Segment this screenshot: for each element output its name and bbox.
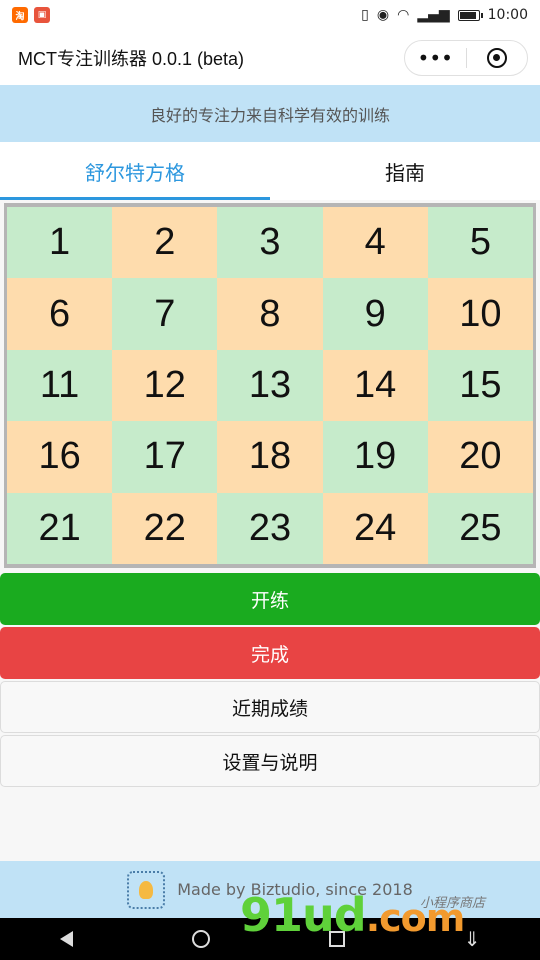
grid-cell[interactable]: 9 <box>322 278 428 350</box>
notification-app-icon: ▣ <box>34 7 50 23</box>
grid-cell[interactable]: 19 <box>322 421 428 493</box>
title-bar: MCT专注训练器 0.0.1 (beta) ••• <box>0 30 540 85</box>
target-icon <box>486 47 507 68</box>
grid-cell[interactable]: 14 <box>322 349 428 422</box>
grid-cell[interactable]: 13 <box>217 349 323 422</box>
grid-cell[interactable]: 1 <box>7 207 113 279</box>
watermark-main: 91ud <box>240 888 367 942</box>
grid-cell[interactable]: 12 <box>112 349 218 422</box>
grid-cell[interactable]: 21 <box>7 492 113 564</box>
back-icon[interactable] <box>59 931 73 947</box>
grid-cell[interactable]: 7 <box>112 278 218 350</box>
status-bar: 淘 ▣ ▯ ◉ ◠ ▂▄▆ 10:00 <box>0 0 540 30</box>
grid-cell[interactable]: 17 <box>112 421 218 493</box>
more-icon: ••• <box>417 45 453 70</box>
grid-cell[interactable]: 15 <box>427 349 533 422</box>
grid-cell[interactable]: 5 <box>427 207 533 279</box>
home-icon[interactable] <box>191 930 210 948</box>
grid-cell[interactable]: 4 <box>322 207 428 279</box>
grid-cell[interactable]: 3 <box>217 207 323 279</box>
vibrate-icon: ▯ <box>361 7 369 23</box>
grid-cell[interactable]: 11 <box>7 349 113 422</box>
recent-scores-button[interactable]: 近期成绩 <box>0 681 540 733</box>
status-time: 10:00 <box>487 7 528 23</box>
grid-cell[interactable]: 24 <box>322 492 428 564</box>
done-button[interactable]: 完成 <box>0 627 540 679</box>
schulte-grid: 1 2 3 4 5 6 7 8 9 10 11 12 13 14 15 16 17 18 19 20 21 22 23 24 2… <box>7 207 533 564</box>
grid-cell[interactable]: 8 <box>217 278 323 350</box>
status-indicators: ▯ ◉ ◠ ▂▄▆ 10:00 <box>361 7 528 23</box>
taobao-app-icon: 淘 <box>12 7 28 23</box>
start-button[interactable]: 开练 <box>0 573 540 625</box>
grid-cell[interactable]: 20 <box>427 421 533 493</box>
status-notifications: 淘 ▣ <box>12 7 50 23</box>
watermark-cn: 小程序商店 <box>420 896 486 911</box>
grid-cell[interactable]: 23 <box>217 492 323 564</box>
slogan-banner: 良好的专注力来自科学有效的训练 <box>0 85 540 142</box>
page-title: MCT专注训练器 0.0.1 (beta) <box>18 48 245 69</box>
close-miniprogram-button[interactable] <box>467 41 528 75</box>
app-screen: 淘 ▣ ▯ ◉ ◠ ▂▄▆ 10:00 MCT专注训练器 0.0.1 (beta… <box>0 0 540 960</box>
battery-icon <box>457 9 483 21</box>
grid-cell[interactable]: 10 <box>427 278 533 350</box>
grid-cell[interactable]: 25 <box>427 492 533 564</box>
signal-icon: ▂▄▆ <box>417 7 450 23</box>
grid-cell[interactable]: 6 <box>7 278 113 350</box>
more-button[interactable]: ••• <box>405 41 466 75</box>
tab-guide[interactable]: 指南 <box>270 142 540 200</box>
schulte-grid-frame: 1 2 3 4 5 6 7 8 9 10 11 12 13 14 15 16 17 18 19 20 21 22 23 24 2… <box>4 203 536 568</box>
tab-bar: 舒尔特方格 指南 <box>0 142 540 200</box>
tab-schulte-grid[interactable]: 舒尔特方格 <box>0 142 270 200</box>
eye-icon: ◉ <box>376 7 390 23</box>
biztudio-logo-icon <box>127 870 166 909</box>
settings-button[interactable]: 设置与说明 <box>0 735 540 787</box>
grid-cell[interactable]: 2 <box>112 207 218 279</box>
grid-cell[interactable]: 16 <box>7 421 113 493</box>
grid-cell[interactable]: 22 <box>112 492 218 564</box>
grid-cell[interactable]: 18 <box>217 421 323 493</box>
notification-pulldown-icon[interactable]: ⇓ <box>464 927 481 951</box>
wifi-icon: ◠ <box>397 7 410 23</box>
miniprogram-capsule: ••• <box>404 39 528 76</box>
